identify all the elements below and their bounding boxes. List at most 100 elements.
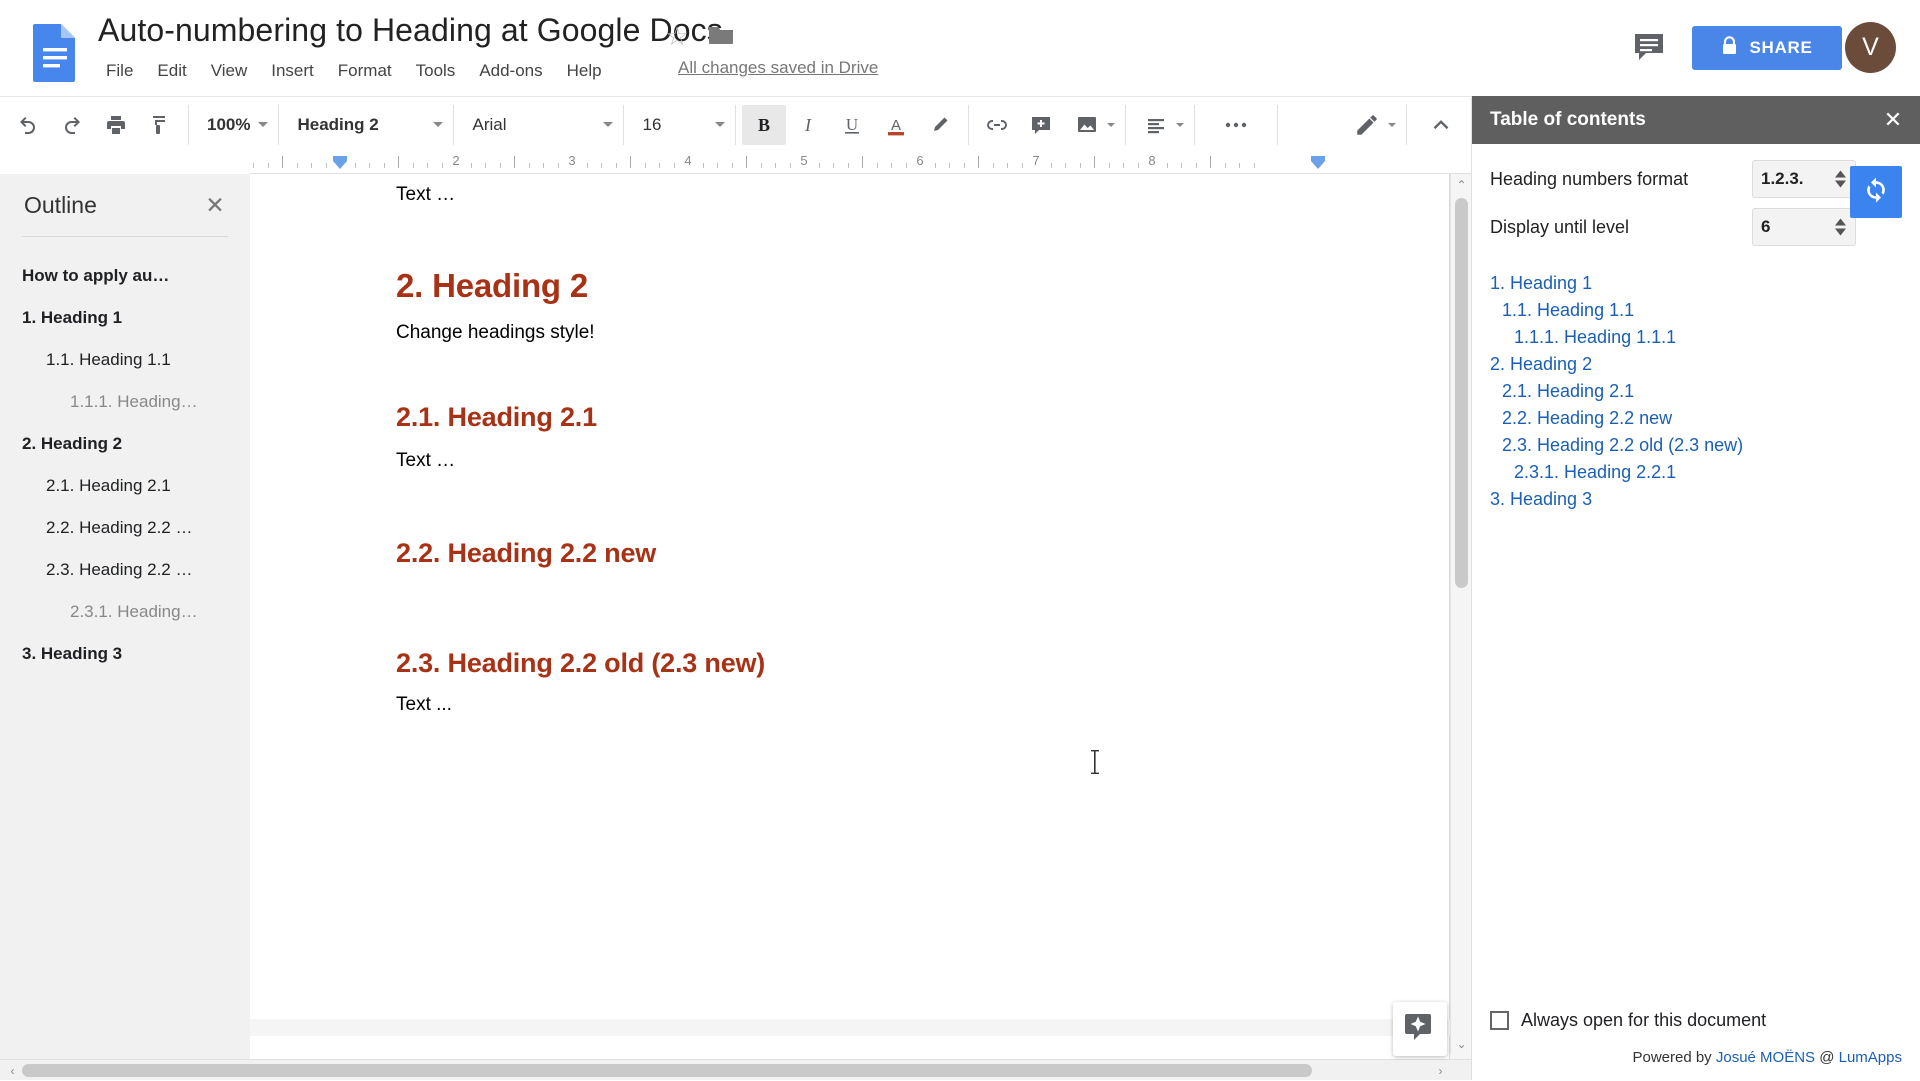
document-paragraph[interactable]: Change headings style! (396, 320, 1309, 346)
outline-item[interactable]: 2.1. Heading 2.1 (0, 465, 250, 507)
text-color-icon[interactable]: A (874, 105, 918, 145)
scroll-right-icon[interactable]: › (1430, 1060, 1451, 1081)
left-indent-marker[interactable] (332, 155, 348, 171)
folder-icon[interactable] (708, 24, 734, 46)
horizontal-scrollbar[interactable]: ‹ › (0, 1059, 1471, 1080)
always-open-label: Always open for this document (1521, 1010, 1766, 1031)
document-page[interactable]: Text … 2. Heading 2 Change headings style!… (250, 174, 1450, 1019)
outline-item[interactable]: 2.2. Heading 2.2 … (0, 507, 250, 549)
menu-add-ons[interactable]: Add-ons (467, 57, 554, 85)
link-icon[interactable] (975, 105, 1019, 145)
toc-entry[interactable]: 1.1. Heading 1.1 (1490, 297, 1902, 324)
lock-icon (1721, 36, 1738, 61)
bold-icon[interactable]: B (742, 105, 786, 145)
stepper-arrows-icon[interactable] (1835, 219, 1846, 236)
toc-settings: Heading numbers format 1.2.3. Display un… (1472, 144, 1920, 246)
menu-tools[interactable]: Tools (404, 57, 468, 85)
toolbar-group-collapse (1407, 105, 1475, 145)
scroll-left-icon[interactable]: ‹ (2, 1060, 23, 1081)
toc-entry[interactable]: 3. Heading 3 (1490, 486, 1902, 513)
outline-item[interactable]: 3. Heading 3 (0, 633, 250, 675)
toc-entry[interactable]: 2.3.1. Heading 2.2.1 (1490, 459, 1902, 486)
ruler-tick (1196, 163, 1197, 168)
ruler-tick (1239, 163, 1240, 168)
menu-insert[interactable]: Insert (259, 57, 326, 85)
ruler-tick (964, 163, 965, 168)
document-heading[interactable]: 2.2. Heading 2.2 new (396, 536, 1309, 570)
font-size-select[interactable]: 16 (630, 105, 729, 145)
document-heading[interactable]: 2.3. Heading 2.2 old (2.3 new) (396, 646, 1309, 680)
italic-icon[interactable]: I (786, 105, 830, 145)
outline-item[interactable]: How to apply au… (0, 255, 250, 297)
menu-format[interactable]: Format (326, 57, 404, 85)
image-insert-select[interactable] (1063, 105, 1119, 145)
align-select[interactable] (1132, 105, 1188, 145)
ruler[interactable]: 123456781 (250, 152, 1471, 174)
highlight-icon[interactable] (918, 105, 962, 145)
paragraph-style-select[interactable]: Heading 2 (285, 105, 447, 145)
toc-entry[interactable]: 1.1.1. Heading 1.1.1 (1490, 324, 1902, 351)
refresh-button[interactable] (1850, 166, 1902, 218)
underline-icon[interactable]: U (830, 105, 874, 145)
toc-entry[interactable]: 2.3. Heading 2.2 old (2.3 new) (1490, 432, 1902, 459)
star-icon[interactable]: ☆ (663, 22, 691, 50)
close-icon[interactable]: ✕ (1880, 107, 1906, 133)
toc-entry[interactable]: 2.1. Heading 2.1 (1490, 378, 1902, 405)
redo-icon[interactable] (50, 105, 94, 145)
ruler-tick (514, 156, 515, 168)
display-until-level-stepper[interactable]: 6 (1752, 208, 1856, 246)
font-family-select[interactable]: Arial (460, 105, 617, 145)
toc-entry[interactable]: 1. Heading 1 (1490, 270, 1902, 297)
menu-help[interactable]: Help (555, 57, 614, 85)
always-open-row[interactable]: Always open for this document (1490, 1010, 1902, 1031)
outline-item[interactable]: 1.1. Heading 1.1 (0, 339, 250, 381)
horizontal-scrollbar-thumb[interactable] (22, 1064, 1312, 1077)
document-heading[interactable]: 2.1. Heading 2.1 (396, 400, 1309, 434)
share-button[interactable]: SHARE (1692, 26, 1842, 70)
right-indent-marker[interactable] (1310, 155, 1326, 171)
stepper-arrows-icon[interactable] (1835, 171, 1846, 188)
outline-item[interactable]: 2.3.1. Heading… (0, 591, 250, 633)
collapse-toolbar-icon[interactable] (1413, 105, 1469, 145)
print-icon[interactable] (94, 105, 138, 145)
save-status-link[interactable]: All changes saved in Drive (678, 58, 878, 78)
company-link[interactable]: LumApps (1839, 1049, 1902, 1066)
menu-view[interactable]: View (199, 57, 260, 85)
paint-format-icon[interactable] (138, 105, 182, 145)
vertical-scrollbar-thumb[interactable] (1455, 198, 1468, 588)
ruler-tick (645, 163, 646, 168)
outline-item[interactable]: 1.1.1. Heading… (0, 381, 250, 423)
zoom-select[interactable]: 100% (195, 105, 272, 145)
heading-numbers-format-stepper[interactable]: 1.2.3. (1752, 160, 1856, 198)
comment-add-icon[interactable] (1019, 105, 1063, 145)
ruler-tick (630, 156, 631, 168)
scroll-down-icon[interactable]: ⌄ (1451, 1033, 1471, 1054)
more-icon[interactable] (1201, 105, 1271, 145)
scroll-up-icon[interactable]: ⌃ (1451, 174, 1471, 195)
close-icon[interactable]: ✕ (202, 192, 228, 218)
outline-title: Outline (24, 192, 97, 219)
toc-entry[interactable]: 2.2. Heading 2.2 new (1490, 405, 1902, 432)
always-open-checkbox[interactable] (1490, 1011, 1509, 1030)
outline-item[interactable]: 2. Heading 2 (0, 423, 250, 465)
menu-file[interactable]: File (98, 57, 145, 85)
document-paragraph[interactable]: Text ... (396, 692, 1309, 718)
document-body[interactable]: Text … 2. Heading 2 Change headings style!… (250, 174, 1449, 718)
author-link[interactable]: Josué MOËNS (1716, 1049, 1815, 1066)
toc-title: Table of contents (1490, 109, 1646, 131)
outline-item[interactable]: 1. Heading 1 (0, 297, 250, 339)
menu-edit[interactable]: Edit (145, 57, 198, 85)
outline-item[interactable]: 2.3. Heading 2.2 … (0, 549, 250, 591)
undo-icon[interactable] (6, 105, 50, 145)
avatar[interactable]: V (1845, 22, 1896, 73)
document-paragraph[interactable]: Text … (396, 448, 1309, 474)
edit-mode-select[interactable] (1342, 105, 1400, 145)
page-title[interactable]: Auto-numbering to Heading at Google Docs (98, 10, 723, 50)
document-heading[interactable]: 2. Heading 2 (396, 266, 1309, 306)
toc-entry[interactable]: 2. Heading 2 (1490, 351, 1902, 378)
comments-icon[interactable] (1631, 30, 1667, 64)
vertical-scrollbar[interactable]: ⌃ ⌄ (1450, 174, 1471, 1054)
explore-button[interactable] (1393, 1002, 1447, 1056)
document-paragraph[interactable]: Text … (396, 182, 1309, 208)
document-canvas[interactable]: Text … 2. Heading 2 Change headings style!… (250, 174, 1471, 1080)
